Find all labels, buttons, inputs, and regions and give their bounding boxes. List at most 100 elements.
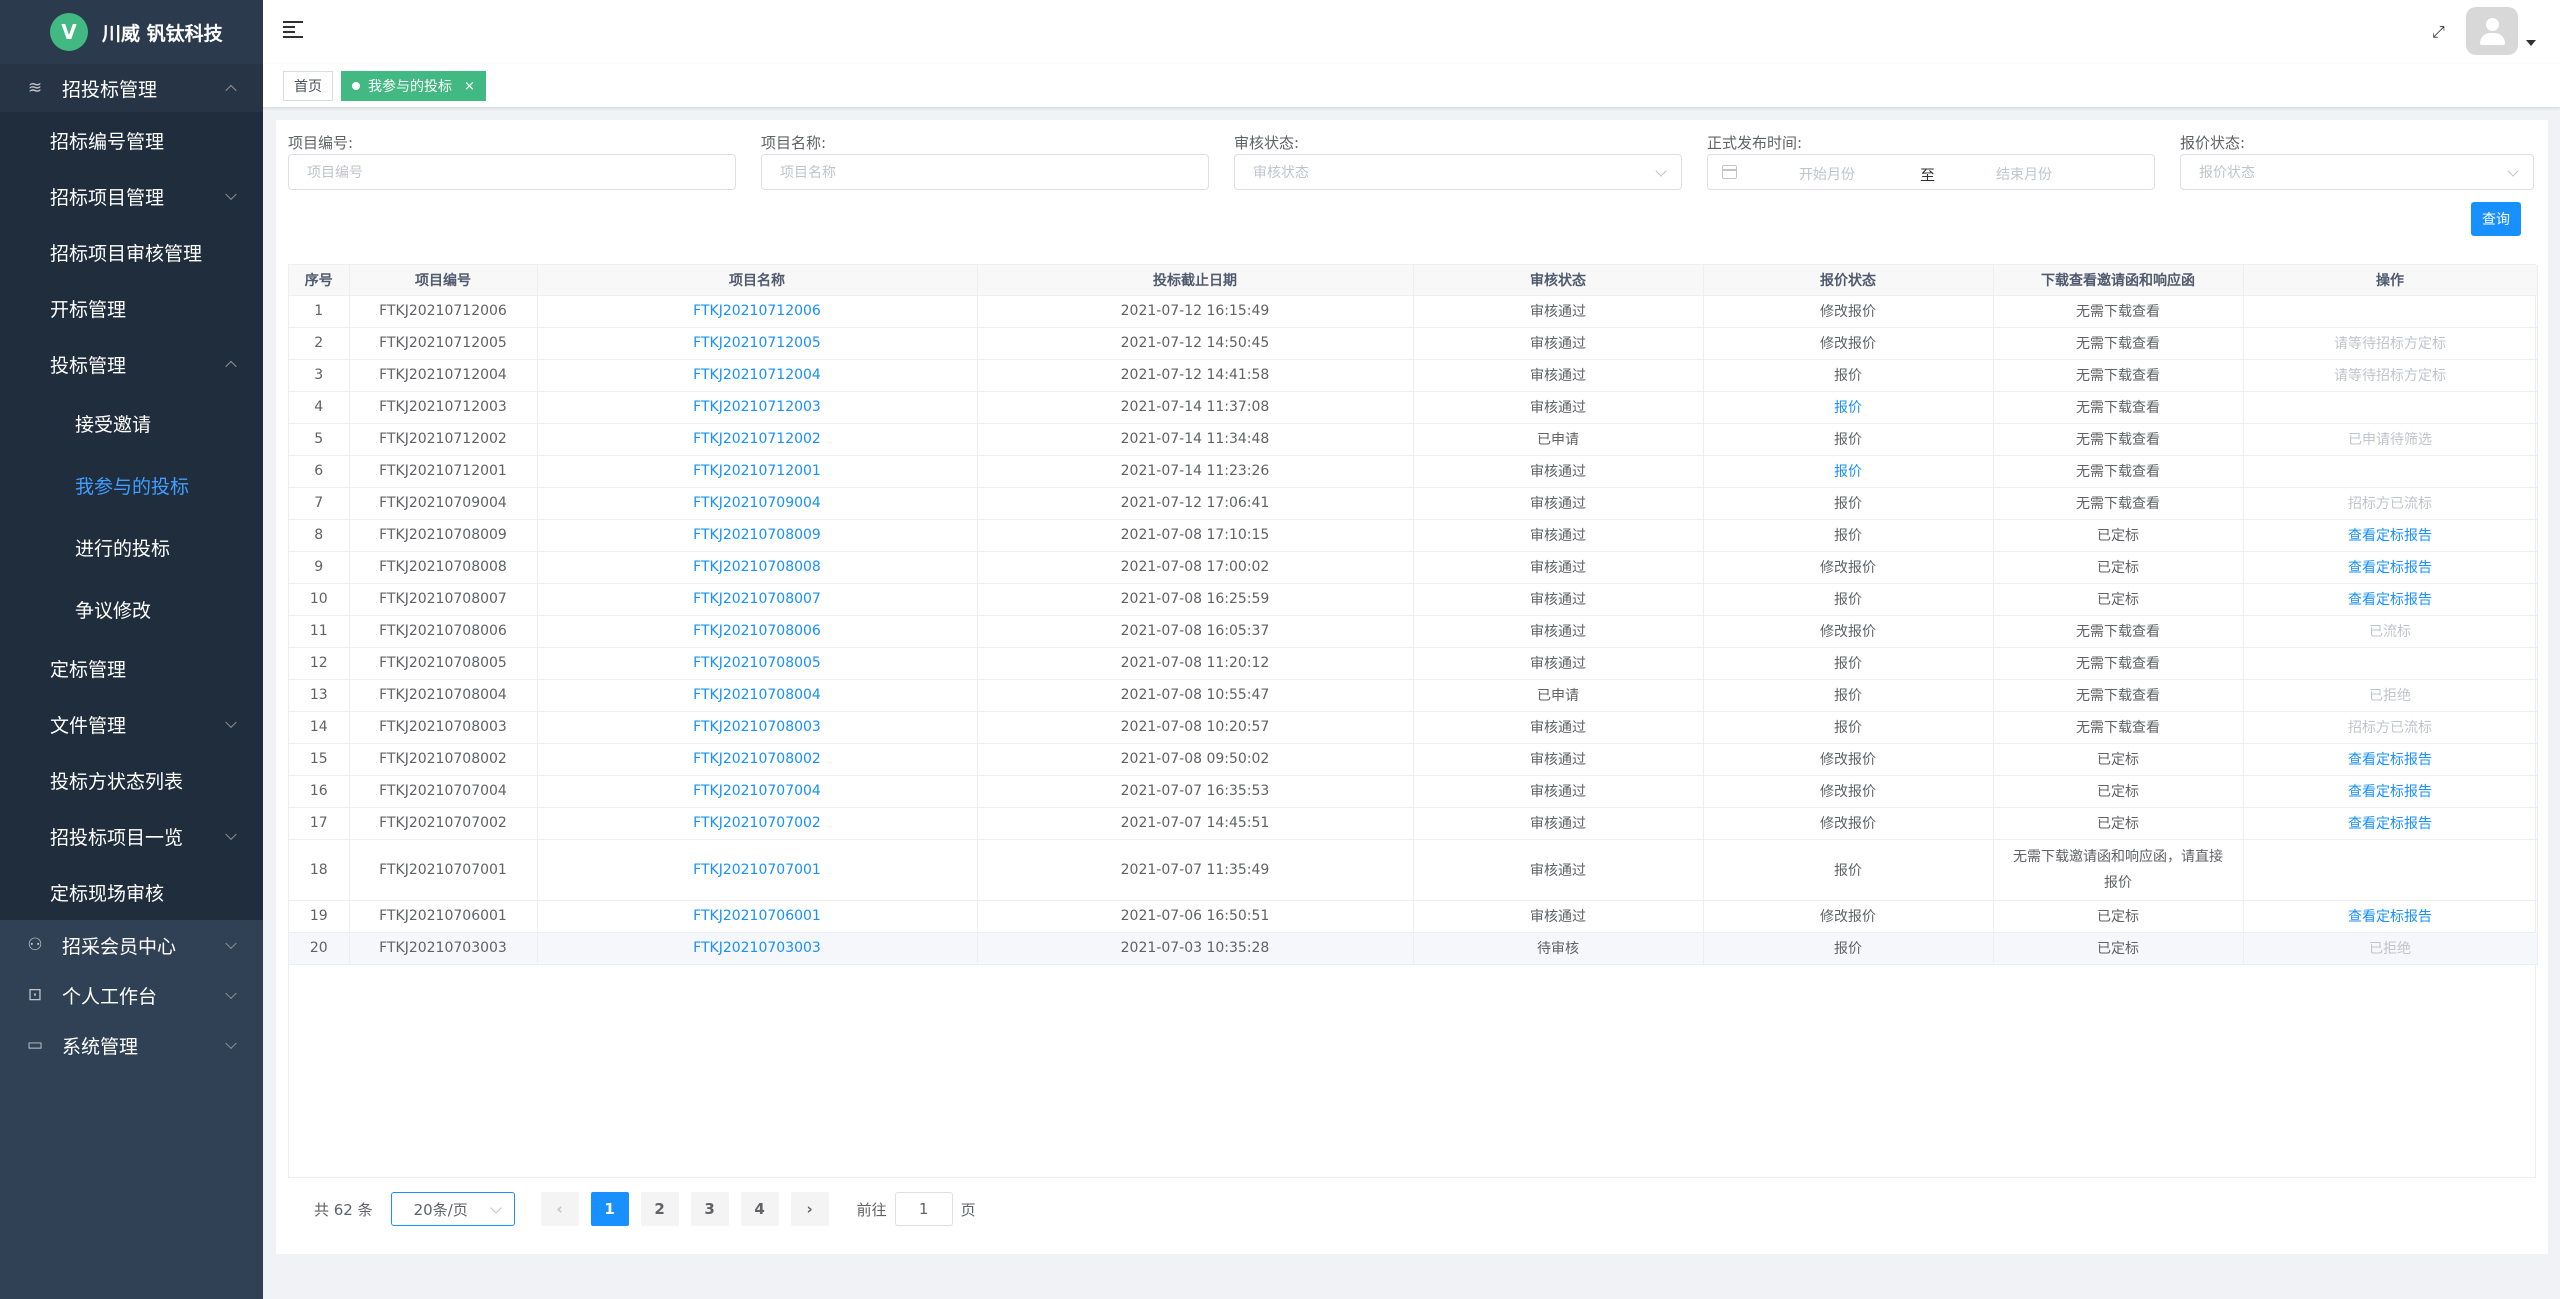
sidebar-group-label: 个人工作台 <box>62 985 158 1008</box>
cell-project-name[interactable]: FTKJ20210712002 <box>537 423 978 456</box>
cell-project-name[interactable]: FTKJ20210708004 <box>537 679 978 712</box>
sidebar-item-bid-audit[interactable]: 招标项目审核管理 <box>0 224 263 280</box>
cell-project-name[interactable]: FTKJ20210707004 <box>537 775 978 808</box>
table-row[interactable]: 8 FTKJ20210708009 FTKJ20210708009 2021-07-0… <box>289 519 2538 552</box>
page-size-select[interactable]: 20条/页 <box>390 1192 515 1226</box>
sidebar-item-tender-manage[interactable]: 投标管理 <box>0 336 263 392</box>
table-row[interactable]: 10 FTKJ20210708007 FTKJ20210708007 2021-07-… <box>289 583 2538 616</box>
cell-deadline: 2021-07-12 17:06:41 <box>977 487 1414 520</box>
table-row[interactable]: 5 FTKJ20210712002 FTKJ20210712002 2021-07-1… <box>289 423 2538 456</box>
cell-project-name[interactable]: FTKJ20210707002 <box>537 807 978 840</box>
sidebar-item-bidder-status[interactable]: 投标方状态列表 <box>0 752 263 808</box>
next-page-button[interactable]: › <box>790 1192 829 1226</box>
close-icon[interactable]: × <box>464 79 475 94</box>
table-row[interactable]: 2 FTKJ20210712005 FTKJ20210712005 2021-07-1… <box>289 327 2538 360</box>
table-row[interactable]: 9 FTKJ20210708008 FTKJ20210708008 2021-07-0… <box>289 551 2538 584</box>
sidebar-item-award[interactable]: 定标管理 <box>0 640 263 696</box>
cell-action[interactable]: 查看定标报告 <box>2243 807 2538 840</box>
sidebar-item-project-overview[interactable]: 招投标项目一览 <box>0 808 263 864</box>
cell-project-name[interactable]: FTKJ20210709004 <box>537 487 978 520</box>
cell-project-name[interactable]: FTKJ20210708008 <box>537 551 978 584</box>
prev-page-button[interactable]: ‹ <box>540 1192 579 1226</box>
cell-quote-status[interactable]: 报价 <box>1703 455 1994 488</box>
cell-action[interactable]: 查看定标报告 <box>2243 743 2538 776</box>
cell-project-name[interactable]: FTKJ20210708006 <box>537 615 978 648</box>
quote-status-select[interactable]: 报价状态 <box>2180 154 2534 190</box>
page-button-4[interactable]: 4 <box>740 1192 779 1226</box>
table-row[interactable]: 4 FTKJ20210712003 FTKJ20210712003 2021-07-1… <box>289 391 2538 424</box>
cell-project-name[interactable]: FTKJ20210707001 <box>537 839 978 901</box>
cell-quote-status: 报价 <box>1703 647 1994 680</box>
table-row[interactable]: 20 FTKJ20210703003 FTKJ20210703003 2021-07-… <box>289 932 2538 965</box>
cell-project-name[interactable]: FTKJ20210708005 <box>537 647 978 680</box>
cell-action[interactable]: 查看定标报告 <box>2243 551 2538 584</box>
cell-project-name[interactable]: FTKJ20210708009 <box>537 519 978 552</box>
publish-month-range[interactable]: 开始月份 至 结束月份 <box>1707 154 2155 190</box>
table-row[interactable]: 19 FTKJ20210706001 FTKJ20210706001 2021-07-… <box>289 900 2538 933</box>
table-row[interactable]: 11 FTKJ20210708006 FTKJ20210708006 2021-07-… <box>289 615 2538 648</box>
cell-project-name[interactable]: FTKJ20210712003 <box>537 391 978 424</box>
tag-my-bids[interactable]: 我参与的投标 × <box>341 71 486 101</box>
table-row[interactable]: 7 FTKJ20210709004 FTKJ20210709004 2021-07-1… <box>289 487 2538 520</box>
sidebar-item-files[interactable]: 文件管理 <box>0 696 263 752</box>
start-month-input[interactable]: 开始月份 <box>1799 164 1855 184</box>
sidebar-item-bid-number[interactable]: 招标编号管理 <box>0 112 263 168</box>
sidebar-group-member[interactable]: ⚇ 招采会员中心 <box>0 920 263 970</box>
table-row[interactable]: 16 FTKJ20210707004 FTKJ20210707004 2021-07-… <box>289 775 2538 808</box>
cell-index: 1 <box>289 295 350 328</box>
table-row[interactable]: 1 FTKJ20210712006 FTKJ20210712006 2021-07-1… <box>289 295 2538 328</box>
cell-quote-status[interactable]: 报价 <box>1703 391 1994 424</box>
avatar[interactable] <box>2466 7 2518 55</box>
sidebar-group-workbench[interactable]: ⊡ 个人工作台 <box>0 970 263 1020</box>
cell-project-name[interactable]: FTKJ20210703003 <box>537 932 978 965</box>
table-row[interactable]: 14 FTKJ20210708003 FTKJ20210708003 2021-07-… <box>289 711 2538 744</box>
cell-project-name[interactable]: FTKJ20210712005 <box>537 327 978 360</box>
sidebar-item-accept-invite[interactable]: 接受邀请 <box>0 392 263 454</box>
cell-action[interactable]: 查看定标报告 <box>2243 900 2538 933</box>
cell-project-name[interactable]: FTKJ20210708007 <box>537 583 978 616</box>
cell-action[interactable]: 查看定标报告 <box>2243 519 2538 552</box>
table-row[interactable]: 18 FTKJ20210707001 FTKJ20210707001 2021-07-… <box>289 839 2538 901</box>
table-row[interactable]: 6 FTKJ20210712001 FTKJ20210712001 2021-07-1… <box>289 455 2538 488</box>
sidebar-item-onsite-audit[interactable]: 定标现场审核 <box>0 864 263 920</box>
query-button[interactable]: 查询 <box>2471 202 2521 236</box>
project-no-input[interactable]: 项目编号 <box>288 154 736 190</box>
table-row[interactable]: 13 FTKJ20210708004 FTKJ20210708004 2021-07-… <box>289 679 2538 712</box>
cell-project-name[interactable]: FTKJ20210708003 <box>537 711 978 744</box>
sidebar-item-dispute[interactable]: 争议修改 <box>0 578 263 640</box>
cell-action[interactable]: 查看定标报告 <box>2243 583 2538 616</box>
audit-status-select[interactable]: 审核状态 <box>1234 154 1682 190</box>
cell-action[interactable]: 查看定标报告 <box>2243 775 2538 808</box>
users-icon: ⚇ <box>27 935 43 955</box>
tag-home[interactable]: 首页 <box>283 71 333 101</box>
chevron-down-icon <box>225 1037 237 1050</box>
fullscreen-icon[interactable]: ⤢ <box>2432 22 2450 41</box>
hamburger-icon[interactable] <box>283 21 303 38</box>
cell-action: 已流标 <box>2243 615 2538 648</box>
sidebar-item-ongoing-bids[interactable]: 进行的投标 <box>0 516 263 578</box>
sidebar-group-system[interactable]: ▭ 系统管理 <box>0 1020 263 1070</box>
table-row[interactable]: 15 FTKJ20210708002 FTKJ20210708002 2021-07-… <box>289 743 2538 776</box>
cell-project-name[interactable]: FTKJ20210712006 <box>537 295 978 328</box>
cell-project-name[interactable]: FTKJ20210712004 <box>537 359 978 392</box>
page-button-3[interactable]: 3 <box>690 1192 729 1226</box>
cell-project-no: FTKJ20210712004 <box>349 359 538 392</box>
table-row[interactable]: 3 FTKJ20210712004 FTKJ20210712004 2021-07-1… <box>289 359 2538 392</box>
cell-project-name[interactable]: FTKJ20210708002 <box>537 743 978 776</box>
sidebar-group-bidding[interactable]: ≋ 招投标管理 <box>0 64 263 112</box>
cell-action: 招标方已流标 <box>2243 487 2538 520</box>
cell-project-name[interactable]: FTKJ20210706001 <box>537 900 978 933</box>
project-name-input[interactable]: 项目名称 <box>761 154 1209 190</box>
end-month-input[interactable]: 结束月份 <box>1996 164 2052 184</box>
table-row[interactable]: 17 FTKJ20210707002 FTKJ20210707002 2021-07-… <box>289 807 2538 840</box>
sidebar-item-my-bids[interactable]: 我参与的投标 <box>0 454 263 516</box>
sidebar-item-opening[interactable]: 开标管理 <box>0 280 263 336</box>
page-button-2[interactable]: 2 <box>640 1192 679 1226</box>
sidebar-item-bid-project[interactable]: 招标项目管理 <box>0 168 263 224</box>
goto-page-input[interactable]: 1 <box>894 1192 953 1226</box>
cell-download: 无需下载查看 <box>1993 711 2244 744</box>
caret-down-icon[interactable] <box>2526 40 2536 46</box>
cell-project-name[interactable]: FTKJ20210712001 <box>537 455 978 488</box>
page-button-1[interactable]: 1 <box>590 1192 629 1226</box>
table-row[interactable]: 12 FTKJ20210708005 FTKJ20210708005 2021-07-… <box>289 647 2538 680</box>
